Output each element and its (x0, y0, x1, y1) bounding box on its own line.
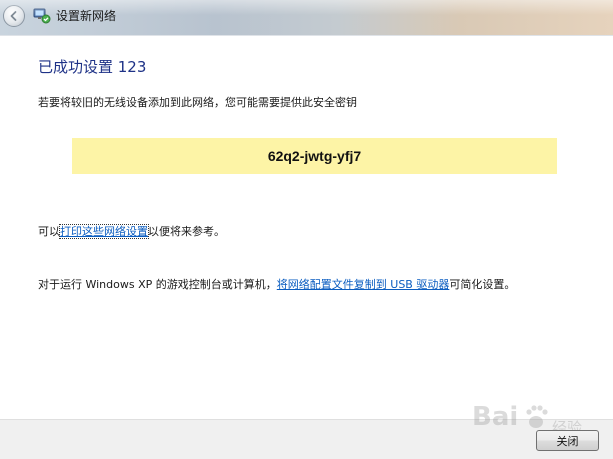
print-settings-link[interactable]: 打印这些网络设置 (59, 224, 149, 239)
title-bar: 设置新网络 (0, 0, 613, 36)
copy-to-usb-link[interactable]: 将网络配置文件复制到 USB 驱动器 (277, 278, 450, 291)
network-setup-icon (33, 8, 51, 24)
security-key-description: 若要将较旧的无线设备添加到此网络，您可能需要提供此安全密钥 (38, 96, 357, 109)
print-prefix: 可以 (38, 225, 60, 238)
network-setup-window: 设置新网络 已成功设置 123 若要将较旧的无线设备添加到此网络，您可能需要提供… (0, 0, 613, 459)
page-heading: 已成功设置 123 (38, 58, 147, 76)
print-settings-text: 可以打印这些网络设置以便将来参考。 (38, 224, 225, 239)
xp-prefix: 对于运行 Windows XP 的游戏控制台或计算机， (38, 278, 277, 291)
xp-suffix: 可简化设置。 (449, 278, 516, 291)
usb-copy-text: 对于运行 Windows XP 的游戏控制台或计算机，将网络配置文件复制到 US… (38, 278, 515, 292)
close-button[interactable]: 关闭 (536, 430, 599, 451)
print-suffix: 以便将来参考。 (148, 225, 225, 238)
security-key-box: 62q2-jwtg-yfj7 (72, 138, 557, 174)
title-divider (0, 35, 613, 36)
security-key-value: 62q2-jwtg-yfj7 (267, 148, 362, 164)
footer-bar: 关闭 (0, 419, 613, 459)
back-button[interactable] (3, 5, 25, 27)
back-arrow-icon (10, 11, 17, 21)
window-title: 设置新网络 (56, 9, 117, 23)
